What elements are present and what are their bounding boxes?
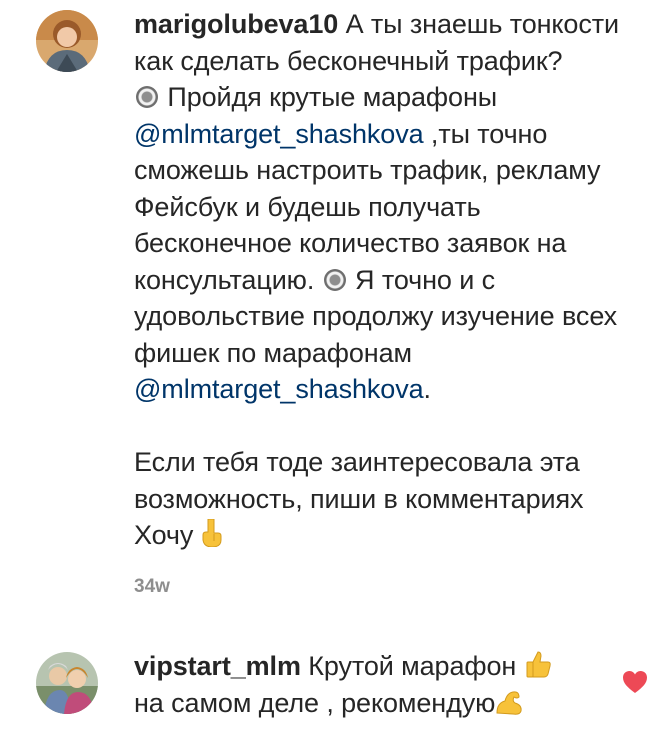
comment-text-line: Крутой марафон bbox=[300, 651, 517, 681]
comment-item: marigolubeva10 А ты знаешь тонкости как … bbox=[0, 0, 672, 620]
comment-text-line: удовольствие продолжу изучение всех bbox=[134, 301, 618, 331]
comment-text-line: Я точно и с bbox=[347, 264, 496, 295]
comment-text-line: . bbox=[423, 374, 432, 404]
comment-text-line: Хочу bbox=[134, 520, 194, 550]
comment-time[interactable]: 34w bbox=[134, 576, 170, 598]
comment-text: marigolubeva10 А ты знаешь тонкости как … bbox=[134, 6, 619, 554]
comment-text-line: на самом деле , рекомендую bbox=[134, 687, 496, 718]
thumbs-up-emoji-icon bbox=[526, 651, 551, 678]
avatar[interactable] bbox=[36, 10, 98, 72]
comment-text-line: возможность, пиши в комментариях bbox=[134, 483, 584, 514]
mention-link[interactable]: @mlmtarget_shashkova bbox=[134, 119, 424, 149]
comment-text-line: консультацию. bbox=[134, 264, 315, 295]
comment-username[interactable]: vipstart_mlm bbox=[134, 651, 301, 681]
comment-text-line: Фейсбук и будешь получать bbox=[134, 191, 481, 222]
mention-link[interactable]: @mlmtarget_shashkova bbox=[134, 374, 424, 404]
point-down-emoji-icon bbox=[202, 519, 222, 547]
avatar[interactable] bbox=[36, 652, 98, 714]
comment-text-line: сможешь настроить трафик, рекламу bbox=[134, 155, 601, 185]
comment-text-line: Пройдя крутые марафоны bbox=[167, 82, 498, 112]
comment-item: vipstart_mlm Крутой марафон на самом дел… bbox=[0, 640, 672, 750]
heart-icon[interactable] bbox=[622, 670, 648, 694]
comment-text-line: как сделать бесконечный трафик? bbox=[134, 45, 563, 76]
comment-text-line: бесконечное количество заявок на bbox=[134, 228, 567, 258]
comment-text: vipstart_mlm Крутой марафон на самом дел… bbox=[134, 648, 552, 721]
comment-text-line: Если тебя тоде заинтересовала эта bbox=[134, 447, 580, 477]
radio-button-emoji-icon bbox=[136, 86, 158, 108]
comment-text-line: фишек по марафонам bbox=[134, 337, 412, 368]
biceps-emoji-icon bbox=[496, 690, 522, 715]
radio-button-emoji-icon bbox=[323, 268, 346, 291]
comment-username[interactable]: marigolubeva10 bbox=[134, 9, 338, 39]
comment-text-line: ,ты точно bbox=[423, 118, 548, 149]
comment-text-line: А ты знаешь тонкости bbox=[338, 9, 620, 39]
